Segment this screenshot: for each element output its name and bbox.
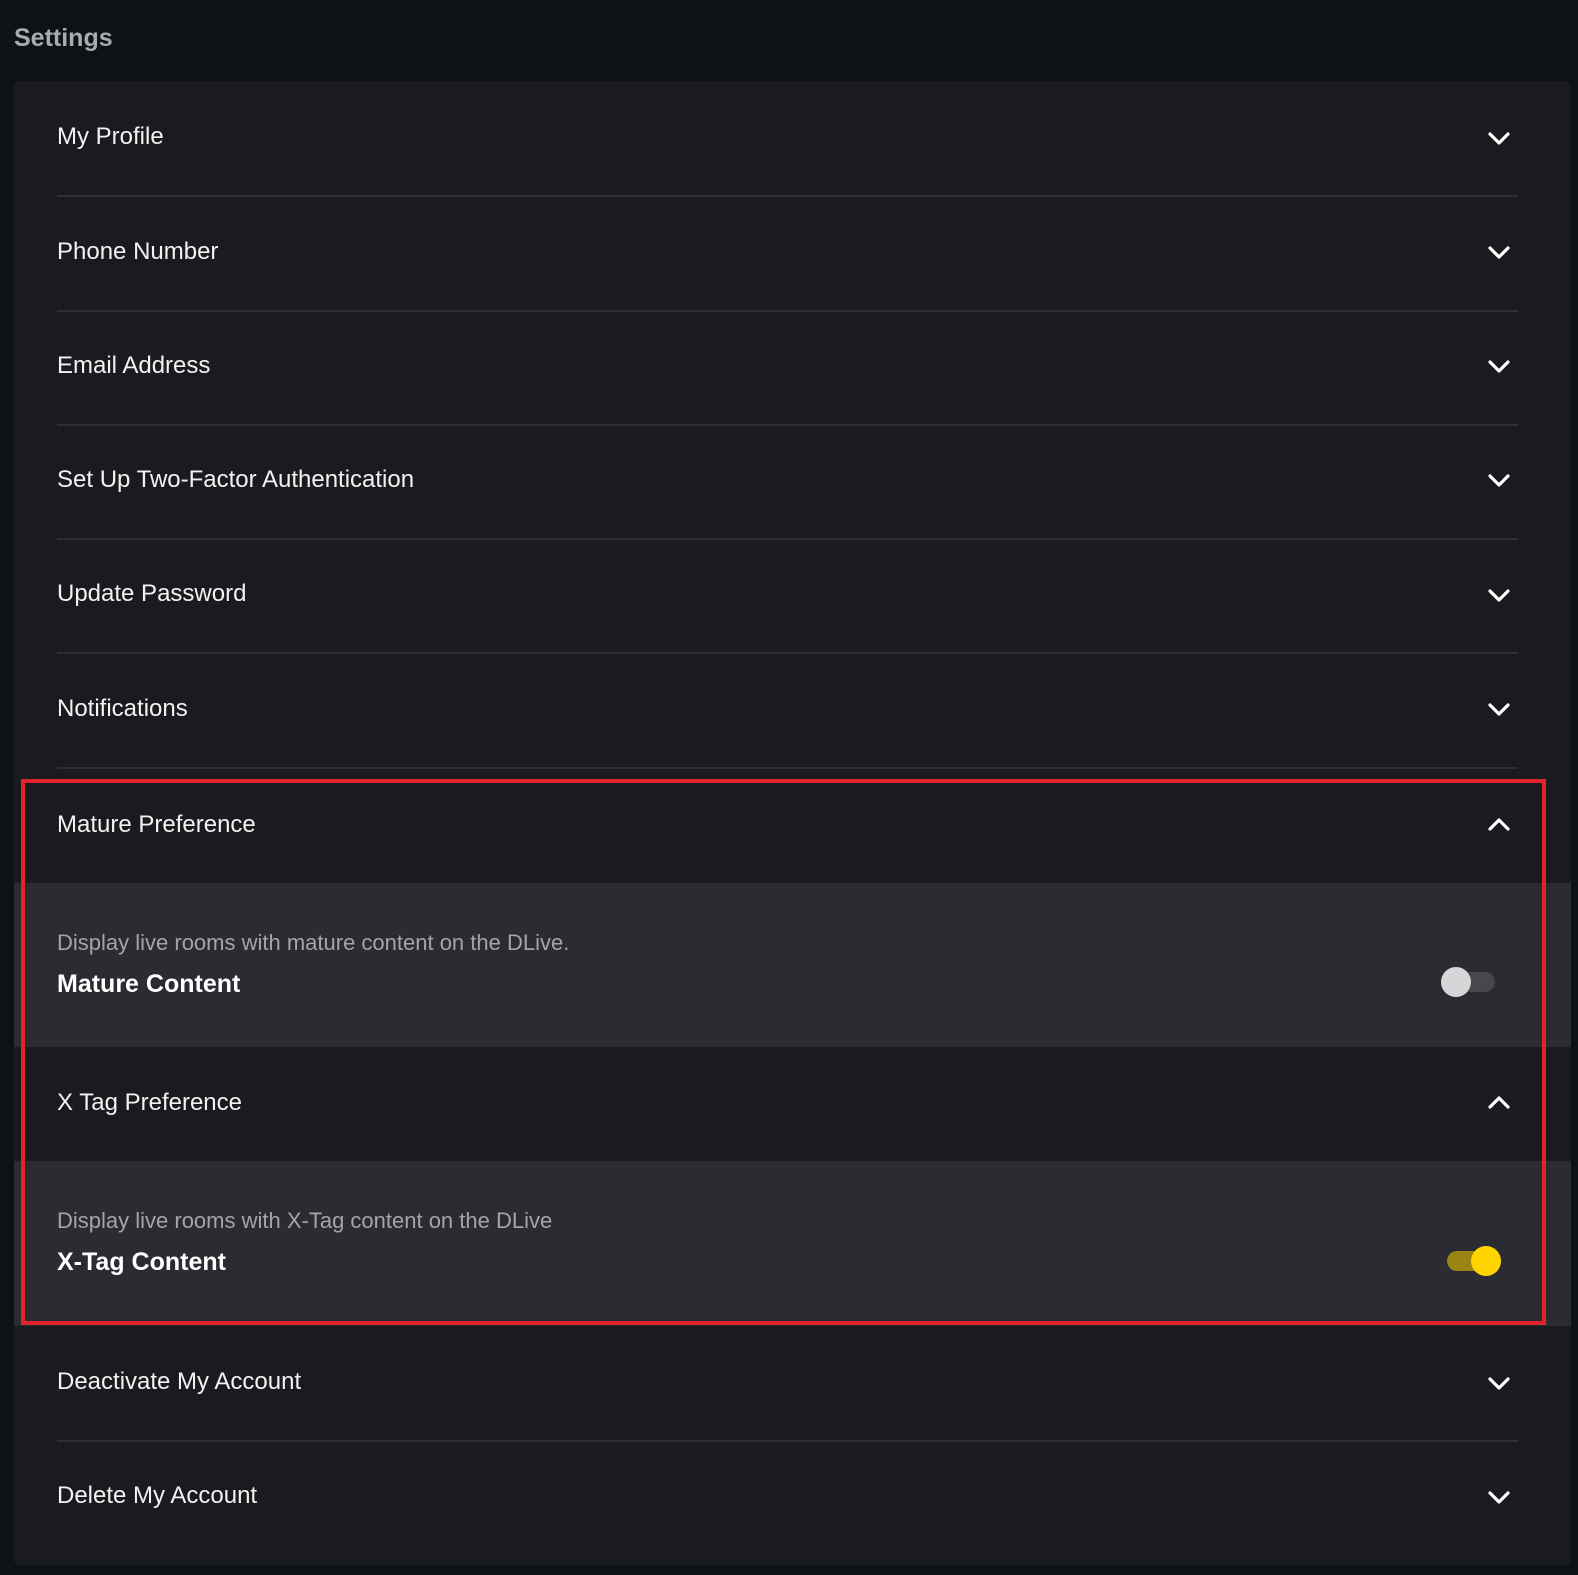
setting-name: Mature Content [57,970,241,998]
setting-description: Display live rooms with mature content o… [57,930,570,955]
settings-item-update-password[interactable]: Update Password [14,540,1571,652]
setting-description: Display live rooms with X-Tag content on… [57,1208,553,1233]
toggle-knob [1441,967,1471,997]
settings-item-label: Update Password [57,580,247,607]
settings-item-phone-number[interactable]: Phone Number [14,197,1571,310]
settings-item-deactivate-account[interactable]: Deactivate My Account [14,1326,1571,1440]
chevron-up-icon [1486,817,1512,833]
mature-content-toggle[interactable] [1441,966,1499,998]
settings-item-two-factor-authentication[interactable]: Set Up Two-Factor Authentication [14,426,1571,538]
x-tag-content-toggle[interactable] [1443,1245,1501,1277]
page-title: Settings [14,24,113,52]
chevron-up-icon [1486,1095,1512,1111]
settings-item-label: X Tag Preference [57,1089,243,1116]
settings-item-notifications[interactable]: Notifications [14,654,1571,767]
settings-item-label: Set Up Two-Factor Authentication [57,466,415,493]
settings-item-delete-account[interactable]: Delete My Account [14,1442,1571,1565]
chevron-down-icon [1486,472,1512,488]
settings-item-x-tag-preference[interactable]: X Tag Preference [14,1047,1571,1161]
settings-page: Settings My Profile Phone Number Email A… [0,0,1578,1575]
settings-item-label: Deactivate My Account [57,1368,302,1395]
settings-item-label: My Profile [57,123,164,150]
chevron-down-icon [1486,701,1512,717]
settings-item-mature-preference[interactable]: Mature Preference [14,769,1571,883]
settings-item-label: Mature Preference [57,811,256,838]
settings-item-label: Notifications [57,695,188,722]
settings-item-email-address[interactable]: Email Address [14,312,1571,424]
x-tag-content-section: Display live rooms with X-Tag content on… [14,1161,1571,1326]
chevron-down-icon [1486,130,1512,146]
chevron-down-icon [1486,1489,1512,1505]
settings-item-label: Delete My Account [57,1482,258,1509]
chevron-down-icon [1486,1375,1512,1391]
settings-panel: My Profile Phone Number Email Address Se… [14,81,1571,1565]
chevron-down-icon [1486,587,1512,603]
mature-content-section: Display live rooms with mature content o… [14,883,1571,1047]
settings-item-label: Email Address [57,352,211,379]
toggle-knob [1471,1246,1501,1276]
settings-item-my-profile[interactable]: My Profile [14,81,1571,195]
settings-item-label: Phone Number [57,238,219,265]
setting-name: X-Tag Content [57,1248,226,1276]
chevron-down-icon [1486,358,1512,374]
chevron-down-icon [1486,244,1512,260]
